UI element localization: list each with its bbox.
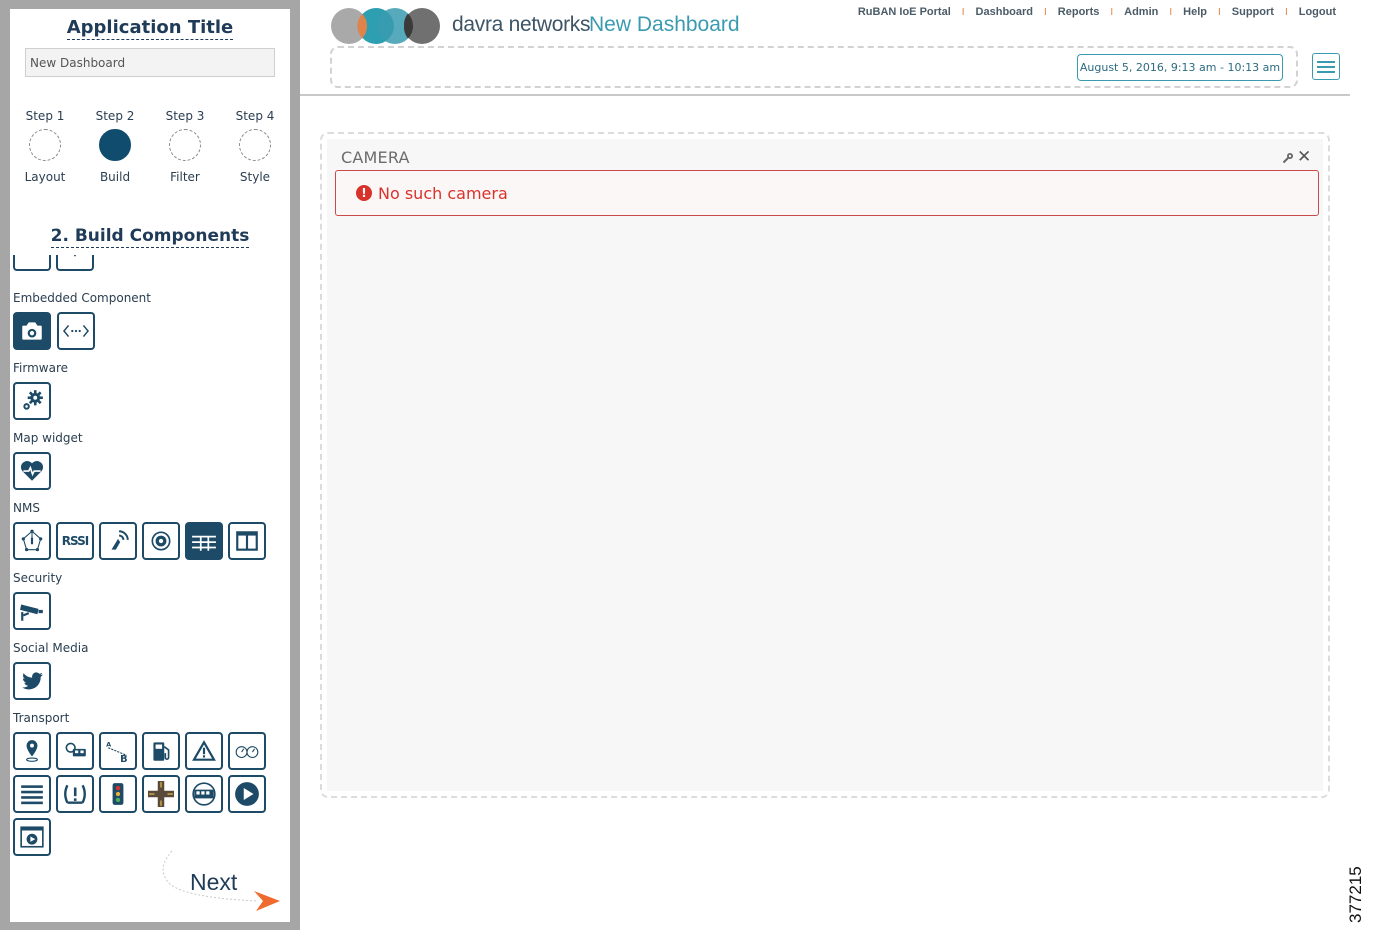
step-name: Style <box>239 170 271 184</box>
video-player-icon[interactable] <box>13 818 51 856</box>
heart-pulse-icon[interactable] <box>13 452 51 490</box>
exclamation-circle-icon: ! <box>356 185 372 201</box>
application-title-heading: Application Title <box>66 17 234 40</box>
step-build[interactable]: Step 2 Build <box>85 109 145 184</box>
step-number: Step 4 <box>235 109 275 123</box>
route-a-to-b-icon[interactable]: AB <box>99 732 137 770</box>
close-icon[interactable]: ✕ <box>1297 149 1311 166</box>
category-transport-label: Transport <box>13 711 70 725</box>
twitter-icon[interactable] <box>13 662 51 700</box>
step-indicator-active <box>99 129 131 161</box>
next-button[interactable]: Next <box>160 849 285 919</box>
camera-icon[interactable] <box>13 312 51 350</box>
step-style[interactable]: Step 4 Style <box>225 109 285 184</box>
component-palette[interactable]: Embedded Component Firmware Map widget N… <box>10 255 290 922</box>
network-topology-icon[interactable] <box>13 522 51 560</box>
brand-name: davra networks <box>452 13 591 36</box>
hamburger-menu-icon[interactable] <box>1312 53 1340 80</box>
error-alert: ! No such camera <box>335 170 1319 216</box>
step-name: Filter <box>170 170 200 184</box>
camera-widget: CAMERA ✕ ! No such camera <box>327 139 1323 791</box>
step-number: Step 2 <box>95 109 135 123</box>
category-nms-label: NMS <box>13 501 40 515</box>
nav-support[interactable]: Support <box>1232 6 1274 18</box>
bus-icon[interactable] <box>185 775 223 813</box>
nav-separator: I <box>1044 6 1047 18</box>
nav-separator: I <box>1110 6 1114 18</box>
category-firmware-label: Firmware <box>13 361 68 375</box>
dashboard-title-input[interactable] <box>25 48 275 77</box>
category-social-label: Social Media <box>13 641 89 655</box>
tire-pressure-icon[interactable] <box>56 775 94 813</box>
map-pin-icon[interactable] <box>13 732 51 770</box>
dashboard-name: New Dashboard <box>589 13 740 36</box>
intersection-icon[interactable] <box>142 775 180 813</box>
step-number: Step 3 <box>165 109 205 123</box>
embed-code-icon[interactable] <box>57 312 95 350</box>
wrench-icon[interactable] <box>1282 152 1294 164</box>
nav-separator: I <box>1169 6 1173 18</box>
split-panel-icon[interactable] <box>228 522 266 560</box>
builder-panel: Application Title Step 1 Layout Step 2 B… <box>10 9 290 922</box>
security-camera-icon[interactable] <box>13 592 51 630</box>
nav-separator: I <box>961 6 965 18</box>
list-icon[interactable] <box>13 775 51 813</box>
grid-table-icon[interactable] <box>185 522 223 560</box>
step-indicator <box>169 129 201 161</box>
step-name: Layout <box>24 170 66 184</box>
build-components-heading: 2. Build Components <box>50 226 250 248</box>
nav-logout[interactable]: Logout <box>1299 6 1336 18</box>
header-divider <box>300 94 1350 96</box>
category-security-label: Security <box>13 571 63 585</box>
nav-dashboard[interactable]: Dashboard <box>976 6 1033 18</box>
next-label: Next <box>190 869 238 895</box>
bus-driver-icon[interactable] <box>56 732 94 770</box>
step-number: Step 1 <box>25 109 65 123</box>
figure-id: 377215 <box>1346 866 1365 923</box>
svg-text:B: B <box>120 754 127 764</box>
rssi-icon[interactable]: RSSI <box>56 522 94 560</box>
access-point-icon[interactable] <box>142 522 180 560</box>
traffic-light-icon[interactable] <box>99 775 137 813</box>
nav-reports[interactable]: Reports <box>1058 6 1100 18</box>
date-range-picker[interactable]: August 5, 2016, 9:13 am - 10:13 am <box>1077 54 1283 81</box>
step-layout[interactable]: Step 1 Layout <box>15 109 75 184</box>
nav-ruban-portal[interactable]: RuBAN IoE Portal <box>858 6 951 18</box>
wireless-signal-icon[interactable] <box>99 522 137 560</box>
gears-icon[interactable] <box>13 382 51 420</box>
fuel-pump-icon[interactable] <box>142 732 180 770</box>
dashboard-canvas: CAMERA ✕ ! No such camera <box>320 132 1330 798</box>
step-indicator <box>29 129 61 161</box>
step-indicator <box>239 129 271 161</box>
nav-admin[interactable]: Admin <box>1124 6 1158 18</box>
category-embedded-label: Embedded Component <box>13 291 151 305</box>
davra-logo <box>331 8 440 44</box>
category-map-label: Map widget <box>13 431 83 445</box>
warning-triangle-icon[interactable] <box>185 732 223 770</box>
top-navigation: RuBAN IoE Portal I Dashboard I Reports I… <box>858 6 1336 18</box>
speedometer-icon[interactable] <box>228 732 266 770</box>
nav-separator: I <box>1284 6 1288 18</box>
step-filter[interactable]: Step 3 Filter <box>155 109 215 184</box>
step-name: Build <box>99 170 131 184</box>
component-partial-icon[interactable] <box>13 255 51 271</box>
sidebar: Application Title Step 1 Layout Step 2 B… <box>0 0 300 930</box>
error-message: No such camera <box>378 183 508 203</box>
play-circle-icon[interactable] <box>228 775 266 813</box>
nav-help[interactable]: Help <box>1183 6 1207 18</box>
nav-separator: I <box>1218 6 1221 18</box>
widget-title: CAMERA <box>341 148 410 167</box>
chevron-down-icon[interactable] <box>56 255 94 271</box>
